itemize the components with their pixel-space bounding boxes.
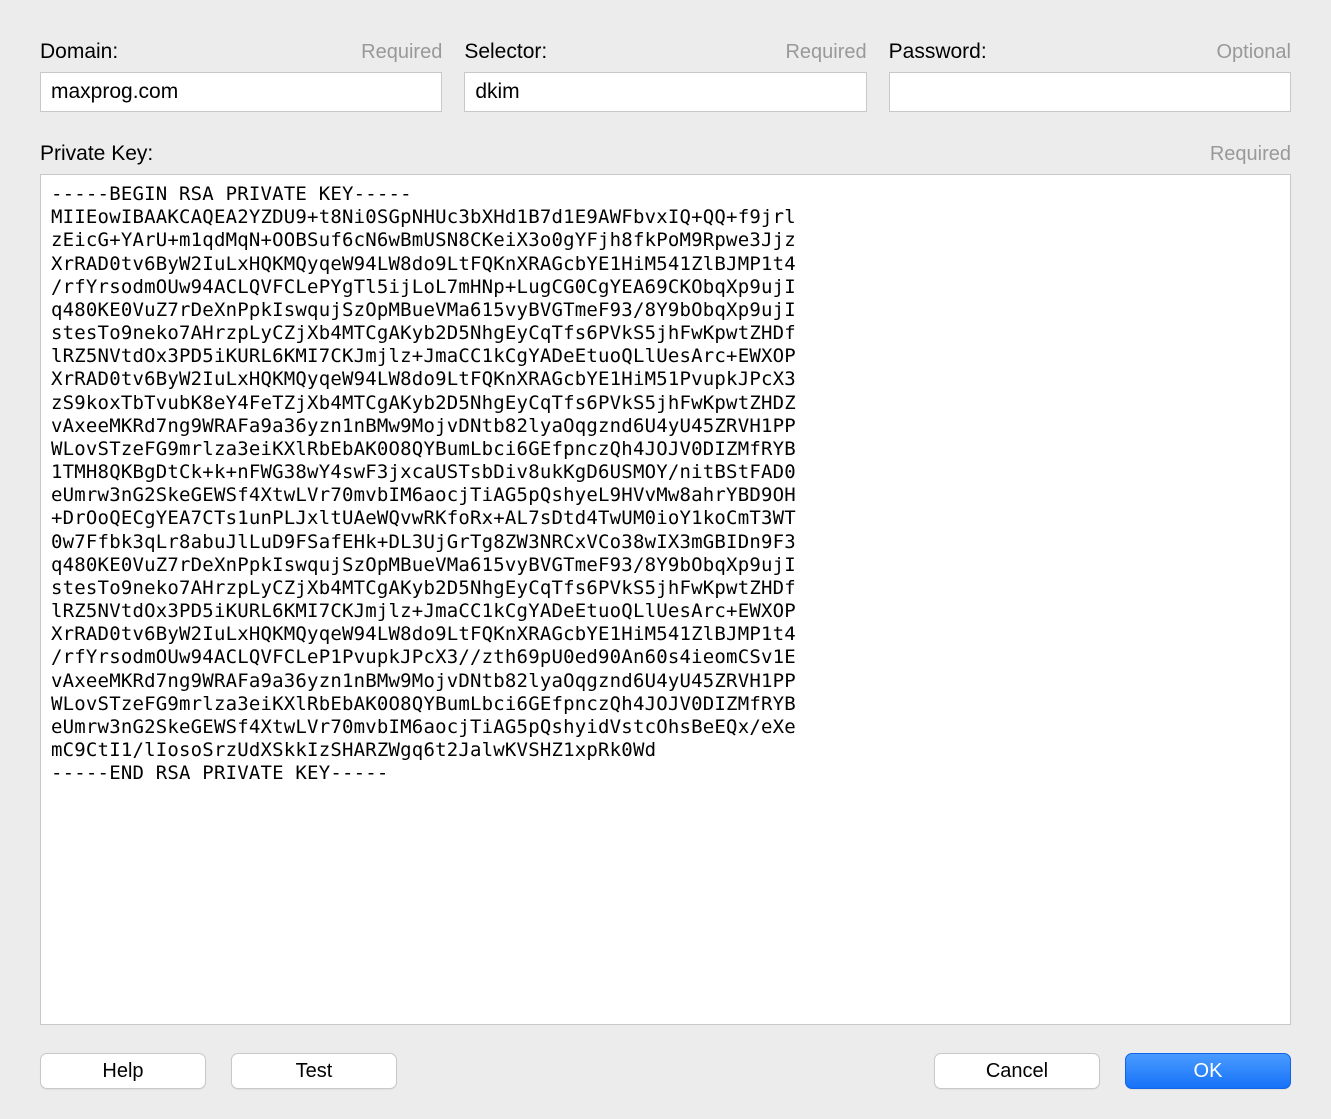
selector-field-group: Selector: Required (464, 40, 866, 112)
private-key-hint: Required (1210, 143, 1291, 166)
password-hint: Optional (1216, 41, 1291, 64)
button-row: Help Test Cancel OK (40, 1045, 1291, 1089)
test-button[interactable]: Test (231, 1053, 397, 1089)
password-label: Password: (889, 40, 987, 64)
help-button[interactable]: Help (40, 1053, 206, 1089)
selector-hint: Required (785, 41, 866, 64)
private-key-section: Private Key: Required (40, 142, 1291, 1025)
domain-hint: Required (361, 41, 442, 64)
cancel-button[interactable]: Cancel (934, 1053, 1100, 1089)
selector-label: Selector: (464, 40, 547, 64)
domain-label: Domain: (40, 40, 118, 64)
password-field-group: Password: Optional (889, 40, 1291, 112)
domain-input[interactable] (40, 72, 442, 112)
domain-field-group: Domain: Required (40, 40, 442, 112)
private-key-label: Private Key: (40, 142, 153, 166)
private-key-textarea[interactable] (40, 174, 1291, 1025)
ok-button[interactable]: OK (1125, 1053, 1291, 1089)
selector-input[interactable] (464, 72, 866, 112)
password-input[interactable] (889, 72, 1291, 112)
